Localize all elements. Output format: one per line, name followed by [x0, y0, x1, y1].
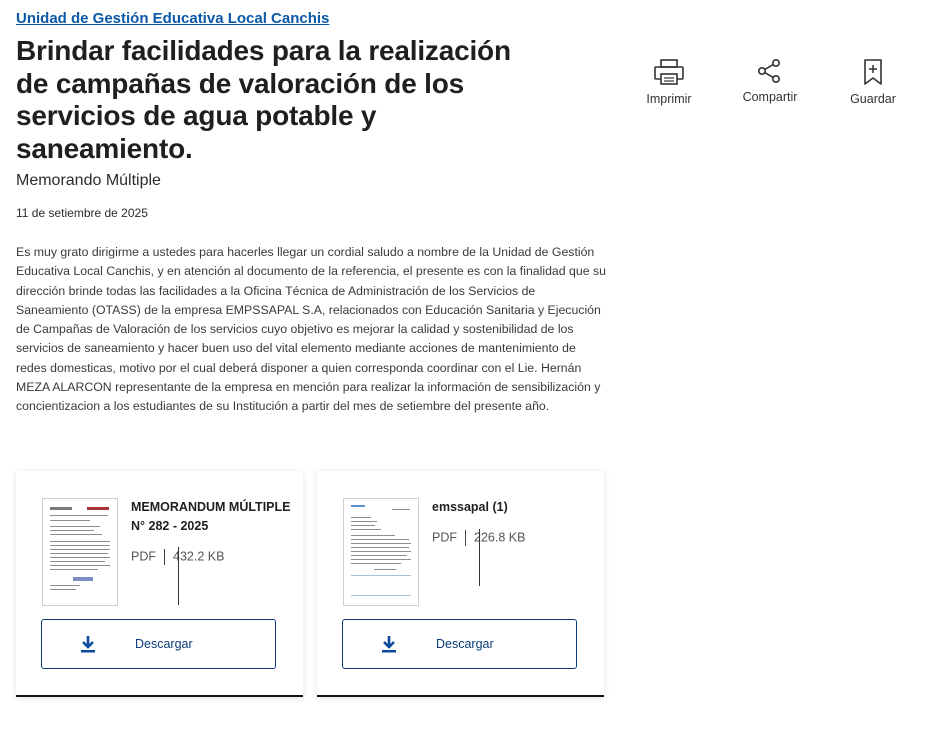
share-button[interactable]: Compartir [730, 58, 810, 104]
print-button[interactable]: Imprimir [629, 58, 709, 106]
file-card: MEMORANDUM MÚLTIPLE N° 282 - 2025 PDF 432… [16, 471, 303, 697]
save-label: Guardar [850, 92, 896, 106]
file-size: 432.2 KB [173, 549, 225, 564]
share-label: Compartir [742, 90, 798, 104]
file-name: emssapal (1) [432, 500, 508, 514]
body-text: Es muy grato dirigirme a ustedes para ha… [16, 245, 606, 414]
divider [479, 529, 480, 586]
file-size: 226.8 KB [474, 530, 526, 545]
share-icon [757, 58, 780, 83]
printer-icon [654, 59, 684, 85]
publication-date: 11 de setiembre de 2025 [16, 206, 148, 220]
divider [178, 547, 179, 605]
download-icon [81, 636, 95, 653]
file-name: MEMORANDUM MÚLTIPLE N° 282 - 2025 [131, 500, 291, 533]
document-thumbnail [42, 498, 118, 606]
download-button[interactable]: Descargar [41, 619, 276, 669]
document-type: Memorando Múltiple [16, 172, 161, 189]
action-bar: Imprimir Compartir Guardar [630, 58, 920, 118]
print-label: Imprimir [646, 92, 692, 106]
download-label: Descargar [436, 637, 494, 651]
page-title: Brindar facilidades para la realización … [16, 35, 511, 164]
file-format: PDF [432, 530, 457, 545]
download-button[interactable]: Descargar [342, 619, 577, 669]
bookmark-icon [864, 59, 882, 85]
file-format: PDF [131, 549, 156, 564]
entity-link[interactable]: Unidad de Gestión Educativa Local Canchi… [16, 10, 329, 27]
save-button[interactable]: Guardar [833, 58, 913, 106]
download-icon [382, 636, 396, 653]
document-thumbnail [343, 498, 419, 606]
download-label: Descargar [135, 637, 193, 651]
file-card: emssapal (1) PDF 226.8 KB Descargar [317, 471, 604, 697]
